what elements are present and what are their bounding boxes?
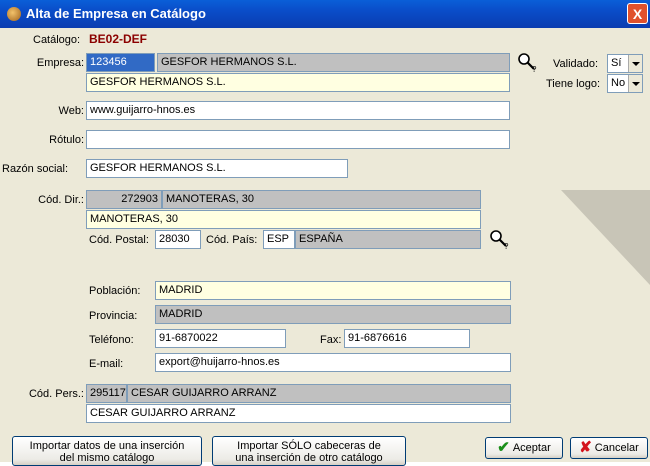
close-button[interactable]: X (627, 3, 648, 24)
import-other-line-1: Importar SÓLO cabeceras de (237, 440, 381, 452)
dialog-body: Catálogo: BE02-DEF Empresa: 123456 GESFO… (0, 28, 650, 466)
magnifier-icon: ? (490, 230, 509, 251)
validado-label: Validado: (553, 58, 599, 70)
chevron-down-icon (628, 55, 642, 72)
cod-pais-label: Cód. País: (206, 234, 258, 246)
persona-display-field: CESAR GUIJARRO ARRANZ (86, 404, 511, 423)
telefono-label: Teléfono: (89, 334, 134, 346)
poblacion-label: Población: (89, 285, 141, 297)
telefono-field[interactable]: 91-6870022 (155, 329, 286, 348)
email-field[interactable]: export@huijarro-hnos.es (155, 353, 511, 372)
checkmark-icon: ✔ (497, 439, 510, 457)
tiene-logo-label: Tiene logo: (546, 78, 601, 90)
import-other-line-2: una inserción de otro catálogo (235, 452, 383, 464)
validado-select[interactable]: Sí (607, 54, 643, 73)
cod-dir-street-field: MANOTERAS, 30 (162, 190, 481, 209)
cod-postal-label: Cód. Postal: (89, 234, 149, 246)
cod-pers-name-field: CESAR GUIJARRO ARRANZ (127, 384, 511, 403)
tiene-logo-value: No (611, 77, 626, 89)
cancel-label: Cancelar (594, 442, 639, 454)
razon-social-field[interactable]: GESFOR HERMANOS S.L. (86, 159, 348, 178)
window-title: Alta de Empresa en Catálogo (26, 6, 206, 21)
email-label: E-mail: (89, 358, 124, 370)
import-same-line-1: Importar datos de una inserción (29, 440, 185, 452)
search-empresa-button[interactable]: ? (515, 51, 539, 74)
catalogo-value: BE02-DEF (89, 32, 148, 46)
rotulo-label: Rótulo: (49, 134, 84, 146)
empresa-display-field: GESFOR HERMANOS S.L. (86, 73, 510, 92)
provincia-label: Provincia: (89, 310, 138, 322)
accept-label: Aceptar (512, 442, 551, 454)
cod-postal-field[interactable]: 28030 (155, 230, 201, 249)
cod-dir-code-field[interactable]: 272903 (86, 190, 162, 209)
dir-display-field: MANOTERAS, 30 (86, 210, 481, 229)
cod-pers-code-field[interactable]: 295117 (86, 384, 127, 403)
svg-text:?: ? (504, 242, 509, 250)
accept-button[interactable]: ✔ Aceptar (485, 437, 563, 459)
catalogo-label: Catálogo: (33, 34, 81, 46)
cod-pais-field[interactable]: ESP (263, 230, 295, 249)
pais-name-field: ESPAÑA (295, 230, 481, 249)
poblacion-field[interactable]: MADRID (155, 281, 511, 300)
empresa-code-field[interactable]: 123456 (86, 53, 155, 72)
cross-icon: ✘ (579, 439, 592, 457)
provincia-field: MADRID (155, 305, 511, 324)
fax-field[interactable]: 91-6876616 (344, 329, 470, 348)
decorative-triangle (561, 190, 650, 285)
web-label: Web: (58, 105, 84, 117)
cod-dir-label: Cód. Dir.: (38, 194, 84, 206)
import-same-line-2: del mismo catálogo (59, 452, 155, 464)
magnifier-icon: ? (518, 53, 537, 74)
fax-label: Fax: (320, 334, 342, 346)
web-field[interactable]: www.guijarro-hnos.es (86, 101, 510, 120)
cancel-button[interactable]: ✘ Cancelar (570, 437, 648, 459)
tiene-logo-select[interactable]: No (607, 74, 643, 93)
razon-social-label: Razón social: (2, 163, 69, 175)
title-bar: Alta de Empresa en Catálogo X (0, 0, 650, 28)
rotulo-field[interactable] (86, 130, 510, 149)
validado-value: Sí (611, 57, 622, 69)
empresa-name-field: GESFOR HERMANOS S.L. (157, 53, 510, 72)
svg-text:?: ? (532, 65, 537, 73)
search-pais-button[interactable]: ? (487, 228, 511, 251)
app-icon (7, 7, 21, 21)
chevron-down-icon (628, 75, 642, 92)
cod-pers-label: Cód. Pers.: (28, 388, 84, 400)
empresa-label: Empresa: (36, 57, 84, 69)
